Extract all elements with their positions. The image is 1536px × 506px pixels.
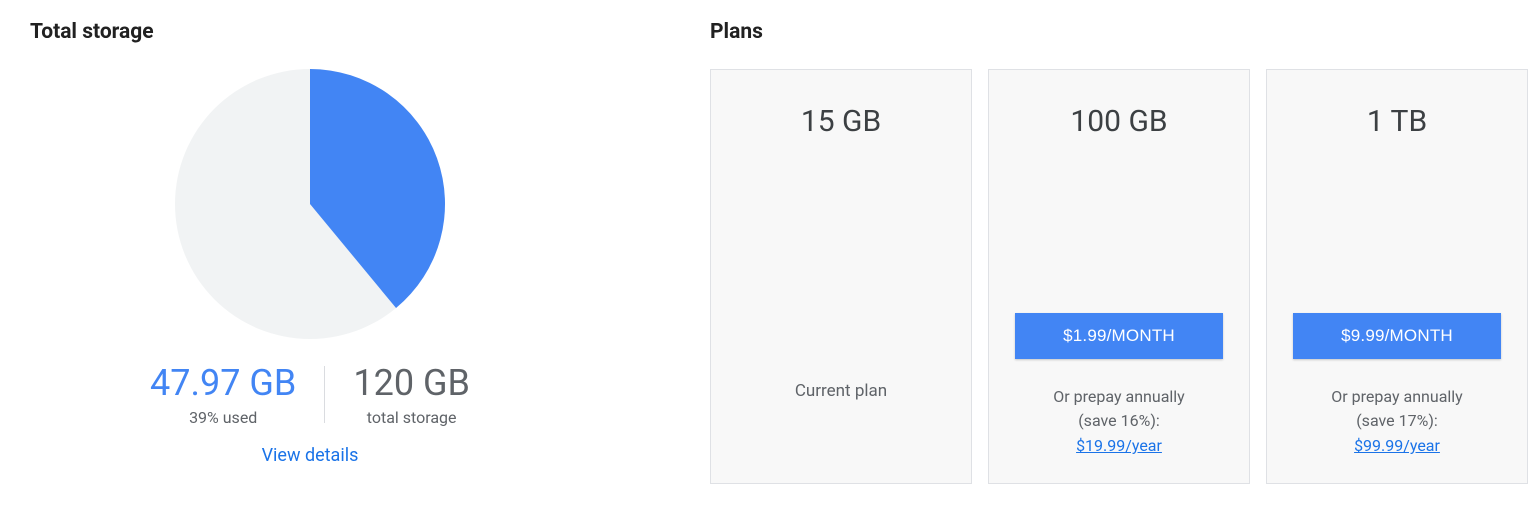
storage-used-sub: 39% used — [150, 408, 296, 427]
storage-pie-chart — [170, 64, 450, 344]
plan-card-15gb: 15 GB Current plan — [710, 69, 972, 484]
plan-annual-line: Or prepay annually — [1331, 385, 1463, 410]
plan-annual-1tb: Or prepay annually (save 17%): $99.99/ye… — [1331, 385, 1463, 459]
plan-buy-button-1tb[interactable]: $9.99/MONTH — [1293, 313, 1501, 359]
storage-used-block: 47.97 GB 39% used — [122, 364, 324, 427]
plan-annual-line: Or prepay annually — [1053, 385, 1185, 410]
plan-size-label: 100 GB — [1070, 104, 1167, 139]
plan-size-label: 1 TB — [1367, 104, 1427, 139]
current-plan-label: Current plan — [795, 381, 887, 401]
plans-section: Plans 15 GB Current plan 100 GB $1.99/MO… — [710, 20, 1528, 484]
plan-annual-price-link[interactable]: $19.99/year — [1053, 434, 1185, 459]
plans-row: 15 GB Current plan 100 GB $1.99/MONTH Or… — [710, 69, 1528, 484]
storage-total-block: 120 GB total storage — [325, 364, 498, 427]
plan-annual-price-link[interactable]: $99.99/year — [1331, 434, 1463, 459]
plan-card-1tb: 1 TB $9.99/MONTH Or prepay annually (sav… — [1266, 69, 1528, 484]
storage-stats: 47.97 GB 39% used 120 GB total storage — [122, 364, 498, 427]
storage-total-value: 120 GB — [353, 364, 470, 404]
storage-total-sub: total storage — [353, 408, 470, 427]
plan-annual-100gb: Or prepay annually (save 16%): $19.99/ye… — [1053, 385, 1185, 459]
storage-used-value: 47.97 GB — [150, 364, 296, 404]
total-storage-title: Total storage — [30, 20, 650, 44]
plans-title: Plans — [710, 20, 1528, 44]
plan-annual-line: (save 16%): — [1053, 409, 1185, 434]
view-details-link[interactable]: View details — [262, 445, 359, 466]
plan-annual-line: (save 17%): — [1331, 409, 1463, 434]
plan-card-100gb: 100 GB $1.99/MONTH Or prepay annually (s… — [988, 69, 1250, 484]
total-storage-section: Total storage 47.97 GB 39% used 120 GB t… — [30, 20, 650, 466]
plan-buy-button-100gb[interactable]: $1.99/MONTH — [1015, 313, 1223, 359]
storage-chart-wrap: 47.97 GB 39% used 120 GB total storage V… — [30, 54, 590, 466]
plan-size-label: 15 GB — [801, 104, 881, 139]
